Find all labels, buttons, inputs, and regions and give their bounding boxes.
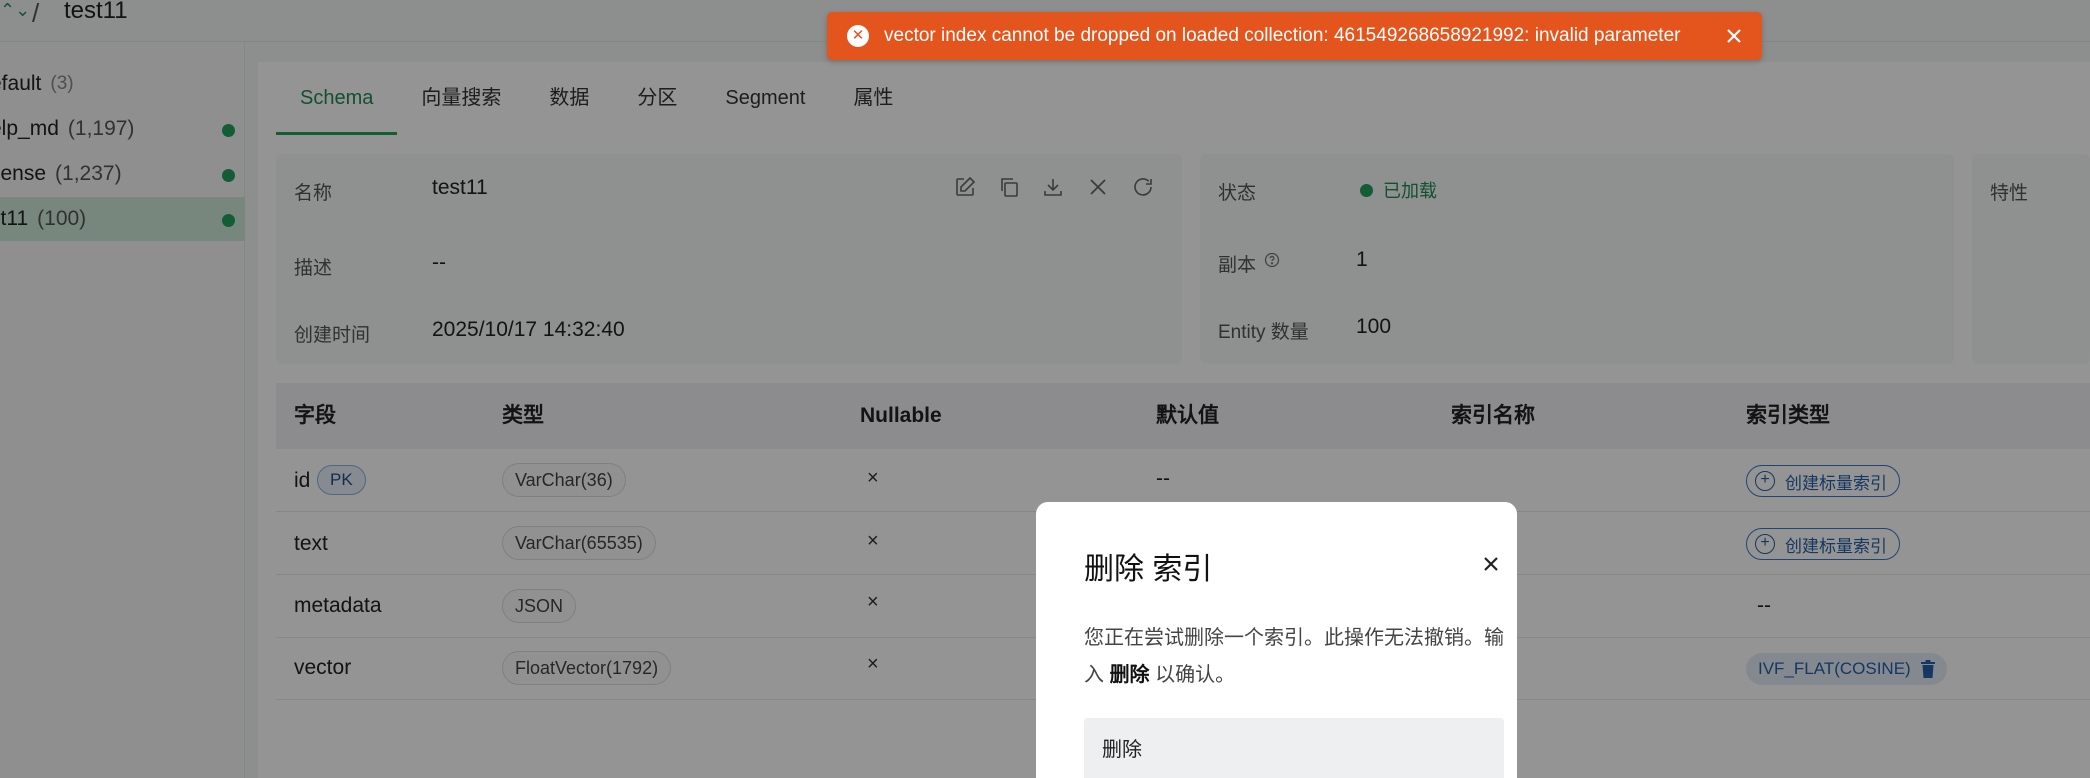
dialog-confirm-keyword: 删除 — [1109, 664, 1150, 686]
delete-index-dialog: 删除 索引 您正在尝试删除一个索引。此操作无法撤销。输入 删除 以确认。 — [1036, 502, 1517, 778]
error-toast: ✕ vector index cannot be dropped on load… — [827, 12, 1762, 60]
error-icon: ✕ — [847, 25, 869, 47]
dialog-title: 删除 索引 — [1084, 553, 1213, 586]
dialog-message: 您正在尝试删除一个索引。此操作无法撤销。输入 删除 以确认。 — [1084, 620, 1504, 694]
close-icon[interactable] — [1723, 25, 1745, 47]
error-message: vector index cannot be dropped on loaded… — [884, 25, 1681, 46]
close-icon[interactable] — [1476, 549, 1506, 579]
dialog-message-suffix: 以确认。 — [1149, 664, 1236, 686]
confirm-delete-input[interactable] — [1084, 718, 1504, 778]
